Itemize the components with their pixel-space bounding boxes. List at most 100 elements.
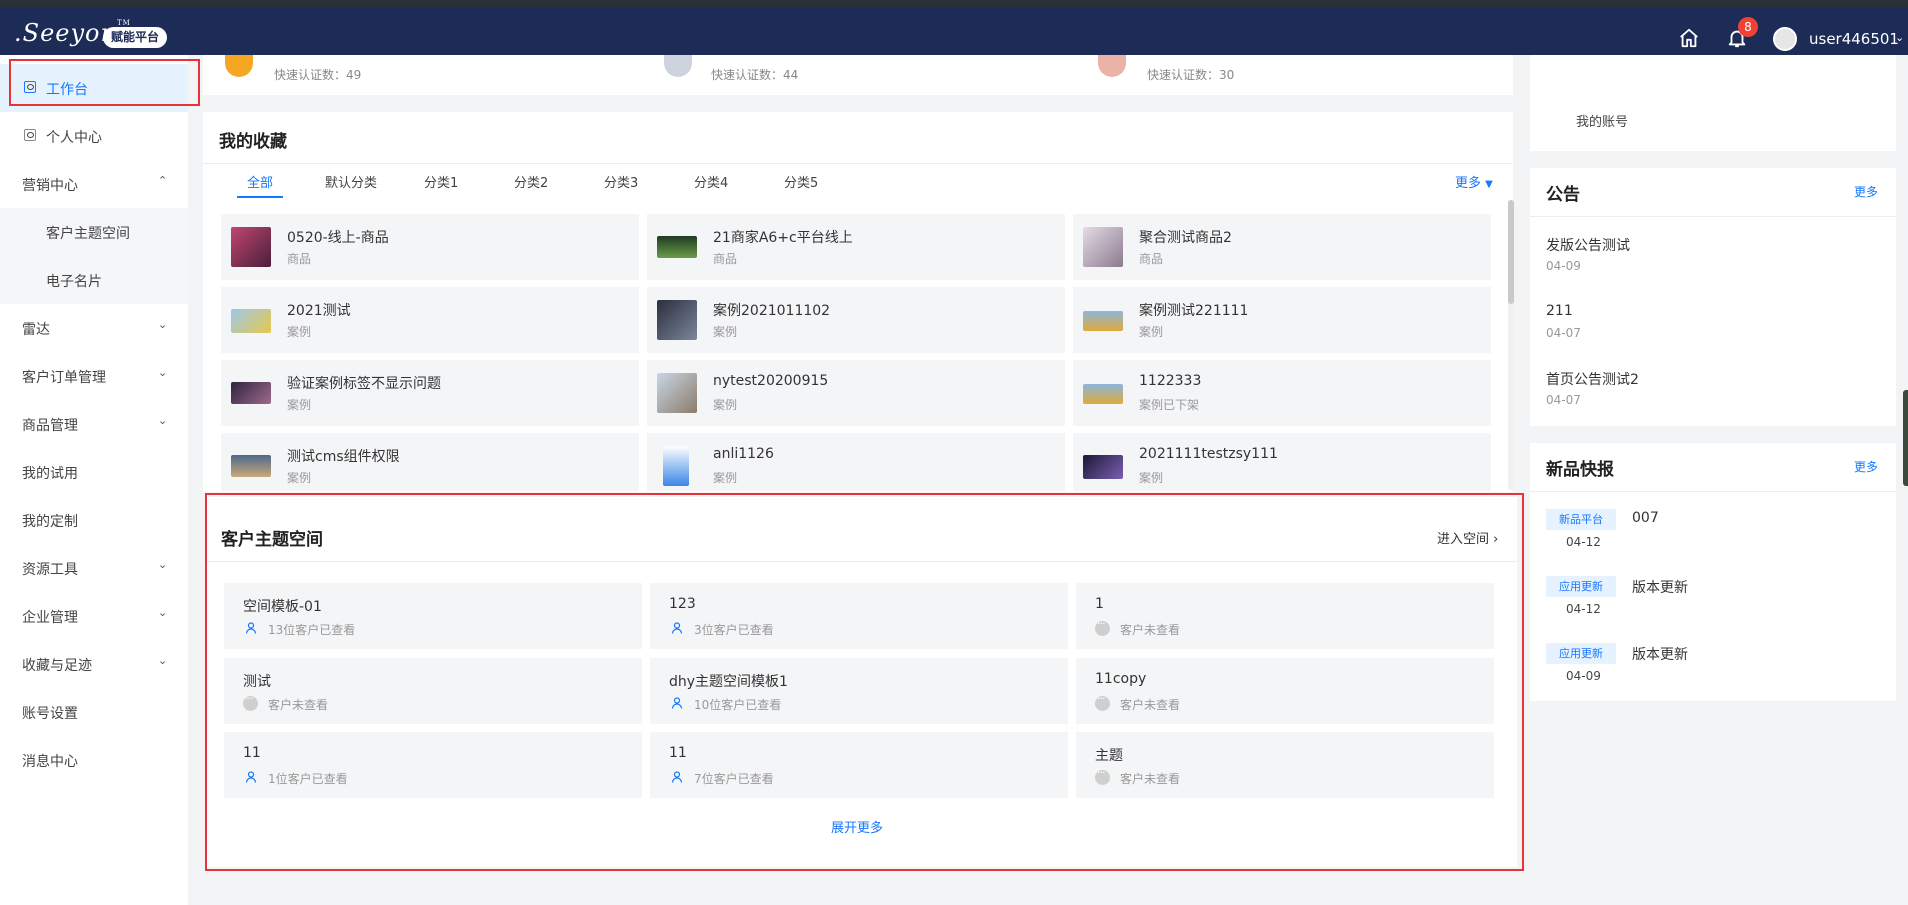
space-card[interactable]: 1 客户未查看 bbox=[1076, 583, 1494, 649]
chevron-down-icon: ⌄ bbox=[158, 606, 168, 619]
favorite-thumbnail bbox=[231, 227, 271, 267]
tab-category-1[interactable]: 分类1 bbox=[424, 172, 458, 191]
space-card[interactable]: 测试客户未查看 bbox=[224, 658, 642, 724]
tab-category-2[interactable]: 分类2 bbox=[514, 172, 548, 191]
space-name: 11copy bbox=[1095, 671, 1147, 687]
user-avatar[interactable] bbox=[1773, 27, 1797, 51]
new-product-title[interactable]: 版本更新 bbox=[1632, 644, 1688, 664]
favorites-more-link[interactable]: 更多 ▼ bbox=[1455, 172, 1493, 191]
sidebar-item-radar[interactable]: 雷达 ⌄ bbox=[0, 304, 188, 352]
space-view-stat: 客户未查看 bbox=[268, 698, 329, 712]
favorite-thumbnail bbox=[1083, 311, 1123, 331]
new-product-title[interactable]: 007 bbox=[1632, 510, 1659, 526]
sidebar-item-account-settings[interactable]: 账号设置 bbox=[0, 688, 188, 736]
expand-more-button[interactable]: 展开更多 bbox=[831, 817, 883, 836]
tab-category-5[interactable]: 分类5 bbox=[784, 172, 818, 191]
user-icon bbox=[245, 771, 257, 783]
sidebar-item-label: 账号设置 bbox=[22, 706, 78, 722]
chevron-down-icon: ⌄ bbox=[158, 318, 168, 331]
space-view-stat: 1位客户已查看 bbox=[268, 772, 348, 786]
space-name: 空间模板-01 bbox=[243, 599, 322, 615]
announcements-panel: 公告 更多 发版公告测试 04-09 211 04-07 首页公告测试2 04-… bbox=[1530, 168, 1896, 426]
tab-category-4[interactable]: 分类4 bbox=[694, 172, 728, 191]
enter-space-link[interactable]: 进入空间 › bbox=[1437, 528, 1498, 547]
sidebar-item-label: 我的定制 bbox=[22, 514, 78, 530]
favorite-item[interactable]: 2021111testzsy111 案例 bbox=[1073, 433, 1491, 491]
more-label: 更多 bbox=[1455, 176, 1482, 191]
space-card[interactable]: 空间模板-01 13位客户已查看 bbox=[224, 583, 642, 649]
window-top-strip bbox=[0, 0, 1908, 7]
space-card[interactable]: 11 7位客户已查看 bbox=[650, 732, 1068, 798]
chevron-down-icon[interactable]: ⌄ bbox=[1895, 31, 1904, 44]
sidebar-item-favorites-footprints[interactable]: 收藏与足迹 ⌄ bbox=[0, 640, 188, 688]
favorite-item[interactable]: anli1126 案例 bbox=[647, 433, 1065, 491]
tab-all[interactable]: 全部 bbox=[247, 172, 273, 191]
favorite-item[interactable]: 聚合测试商品2 商品 bbox=[1073, 214, 1491, 280]
sidebar-item-label: 消息中心 bbox=[22, 754, 78, 770]
sidebar-item-my-trial[interactable]: 我的试用 bbox=[0, 448, 188, 496]
new-product-title[interactable]: 版本更新 bbox=[1632, 577, 1688, 597]
new-products-more-link[interactable]: 更多 bbox=[1854, 458, 1878, 475]
username-label[interactable]: user446501 bbox=[1809, 30, 1899, 48]
sidebar-item-resource-tools[interactable]: 资源工具 ⌄ bbox=[0, 544, 188, 592]
favorite-item[interactable]: nytest20200915 案例 bbox=[647, 360, 1065, 426]
sidebar-item-label: 营销中心 bbox=[22, 178, 78, 194]
sidebar-item-product-management[interactable]: 商品管理 ⌄ bbox=[0, 400, 188, 448]
new-product-tag: 新品平台 bbox=[1546, 509, 1616, 530]
sidebar-item-label: 收藏与足迹 bbox=[22, 658, 92, 674]
favorite-item[interactable]: 测试cms组件权限 案例 bbox=[221, 433, 639, 491]
my-account-link[interactable]: 我的账号 bbox=[1576, 111, 1628, 130]
favorite-item[interactable]: 案例2021011102 案例 bbox=[647, 287, 1065, 353]
announcement-title[interactable]: 首页公告测试2 bbox=[1546, 369, 1639, 389]
favorite-type: 案例 bbox=[713, 325, 738, 339]
tab-category-3[interactable]: 分类3 bbox=[604, 172, 638, 191]
home-icon[interactable] bbox=[1678, 27, 1700, 49]
chevron-down-icon: ⌄ bbox=[158, 366, 168, 379]
space-card[interactable]: 123 3位客户已查看 bbox=[650, 583, 1068, 649]
sidebar-item-label: 商品管理 bbox=[22, 418, 78, 434]
sidebar-item-workbench[interactable]: 工作台 bbox=[0, 64, 188, 112]
announcement-title[interactable]: 211 bbox=[1546, 303, 1573, 319]
favorite-item[interactable]: 1122333 案例已下架 bbox=[1073, 360, 1491, 426]
favorite-name: 测试cms组件权限 bbox=[287, 449, 400, 465]
sidebar-item-personal-center[interactable]: 个人中心 bbox=[0, 112, 188, 160]
sidebar-item-order-management[interactable]: 客户订单管理 ⌄ bbox=[0, 352, 188, 400]
sidebar-item-enterprise-management[interactable]: 企业管理 ⌄ bbox=[0, 592, 188, 640]
side-edge-tab[interactable] bbox=[1903, 390, 1908, 486]
favorite-type: 案例 bbox=[1139, 471, 1164, 485]
sidebar-item-label: 客户主题空间 bbox=[46, 226, 130, 242]
chevron-down-icon: ⌄ bbox=[158, 414, 168, 427]
not-viewed-icon bbox=[243, 692, 258, 711]
favorite-item[interactable]: 0520-线上-商品 商品 bbox=[221, 214, 639, 280]
new-product-date: 04-12 bbox=[1566, 602, 1601, 616]
ranking-panel: 快速认证数：49 快速认证数：44 快速认证数：30 bbox=[203, 55, 1513, 95]
sidebar-item-marketing-center[interactable]: 营销中心 ⌃ bbox=[0, 160, 188, 208]
customer-spaces-title: 客户主题空间 bbox=[221, 530, 323, 550]
favorite-item[interactable]: 验证案例标签不显示问题 案例 bbox=[221, 360, 639, 426]
favorite-thumbnail bbox=[1083, 455, 1123, 479]
sidebar-item-business-card[interactable]: 电子名片 bbox=[0, 256, 188, 304]
sidebar-item-message-center[interactable]: 消息中心 bbox=[0, 736, 188, 784]
announcement-title[interactable]: 发版公告测试 bbox=[1546, 235, 1630, 255]
announcements-more-link[interactable]: 更多 bbox=[1854, 183, 1878, 200]
space-card[interactable]: 11copy 客户未查看 bbox=[1076, 658, 1494, 724]
space-card[interactable]: dhy主题空间模板1 10位客户已查看 bbox=[650, 658, 1068, 724]
tab-default-category[interactable]: 默认分类 bbox=[325, 172, 377, 191]
sidebar-item-customer-space[interactable]: 客户主题空间 bbox=[0, 208, 188, 256]
new-product-tag: 应用更新 bbox=[1546, 576, 1616, 597]
favorite-item[interactable]: 21商家A6+c平台线上 商品 bbox=[647, 214, 1065, 280]
enter-space-label: 进入空间 bbox=[1437, 532, 1490, 547]
favorite-item[interactable]: 2021测试 案例 bbox=[221, 287, 639, 353]
space-view-stat: 7位客户已查看 bbox=[694, 772, 774, 786]
sidebar-item-my-custom[interactable]: 我的定制 bbox=[0, 496, 188, 544]
favorite-type: 商品 bbox=[287, 252, 312, 266]
favorites-scrollbar-thumb[interactable] bbox=[1508, 200, 1514, 304]
space-card[interactable]: 主题客户未查看 bbox=[1076, 732, 1494, 798]
user-icon bbox=[671, 622, 683, 634]
active-tab-underline bbox=[237, 196, 283, 198]
favorite-type: 案例 bbox=[713, 398, 738, 412]
announcement-date: 04-09 bbox=[1546, 259, 1581, 273]
space-card[interactable]: 11 1位客户已查看 bbox=[224, 732, 642, 798]
favorite-item[interactable]: 案例测试221111 案例 bbox=[1073, 287, 1491, 353]
rank-medal-3 bbox=[1098, 55, 1126, 77]
